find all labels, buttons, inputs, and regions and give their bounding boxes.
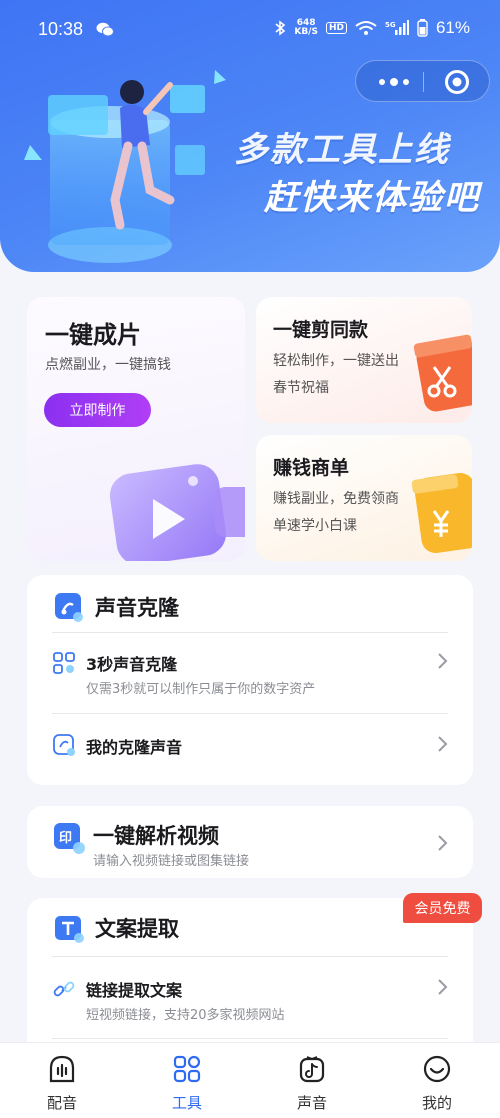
- clone-grid-icon: [53, 652, 75, 674]
- hd-icon: HD: [325, 22, 347, 34]
- divider: [52, 956, 448, 957]
- tab-me-label: 我的: [421, 1094, 452, 1112]
- soundwave-icon: [49, 1055, 75, 1083]
- tab-voice[interactable]: 声音: [280, 1055, 344, 1115]
- parse-video-title: 一键解析视频: [93, 824, 219, 848]
- status-bar: 10:38 648 KB/S HD 5G 61%: [0, 0, 500, 56]
- video-camera-icon: [109, 464, 245, 561]
- tiktok-icon: [299, 1056, 325, 1083]
- chevron-right-icon: [438, 736, 448, 752]
- earn-orders-subtitle: 赚钱副业，免费领商单速学小白课: [273, 491, 399, 534]
- voice-clone-3s-row[interactable]: 3秒声音克隆 仅需3秒就可以制作只属于你的数字资产: [52, 647, 448, 705]
- wifi-icon: [355, 21, 377, 35]
- parse-video-subtitle: 请输入视频链接或图集链接: [93, 854, 250, 869]
- voice-clone-header: 声音克隆: [53, 591, 179, 623]
- parse-video-section[interactable]: 印 一键解析视频 请输入视频链接或图集链接: [27, 806, 473, 878]
- network-speed: 648 KB/S: [294, 18, 318, 37]
- divider: [52, 632, 448, 633]
- same-edit-subtitle: 轻松制作，一键送出春节祝福: [273, 353, 399, 396]
- text-extract-icon: [55, 916, 84, 943]
- my-voice-icon: [53, 734, 75, 756]
- voice-clone-icon: [55, 593, 83, 622]
- bottom-tab-bar: 配音 工具 声音 我的: [0, 1042, 500, 1118]
- yen-ticket-icon: [411, 473, 472, 553]
- voice-clone-section: 声音克隆 3秒声音克隆 仅需3秒就可以制作只属于你的数字资产 我的克隆声音: [27, 575, 473, 785]
- smile-icon: [423, 1055, 451, 1083]
- voice-clone-3s-subtitle: 仅需3秒就可以制作只属于你的数字资产: [86, 682, 316, 697]
- bluetooth-icon: [275, 20, 286, 36]
- wechat-icon: [96, 22, 114, 37]
- svg-text:印: 印: [59, 831, 72, 846]
- same-edit-card[interactable]: 一键剪同款 轻松制作，一键送出春节祝福: [256, 297, 472, 423]
- parse-stamp-icon: 印: [54, 823, 85, 854]
- tab-me[interactable]: 我的: [405, 1055, 469, 1115]
- same-edit-title: 一键剪同款: [273, 319, 369, 341]
- more-icon[interactable]: [376, 73, 412, 91]
- copy-extract-header: 文案提取: [53, 912, 179, 944]
- scissors-icon: [413, 334, 472, 412]
- my-clone-voice-title: 我的克隆声音: [86, 738, 183, 757]
- divider: [52, 1038, 448, 1039]
- close-target-icon[interactable]: [444, 69, 470, 95]
- capsule-divider: [423, 72, 424, 92]
- chevron-right-icon: [438, 653, 448, 669]
- earn-orders-card[interactable]: 赚钱商单 赚钱副业，免费领商单速学小白课: [256, 435, 472, 561]
- tab-tools-label: 工具: [171, 1094, 202, 1112]
- divider: [52, 713, 448, 714]
- hero-title-line1: 多款工具上线: [234, 130, 450, 170]
- hero-banner[interactable]: 10:38 648 KB/S HD 5G 61% 多款工具上线 赶快来体验吧: [0, 0, 500, 272]
- vip-free-badge: 会员免费: [403, 893, 482, 923]
- make-now-button[interactable]: 立即制作: [44, 393, 151, 427]
- tab-tools[interactable]: 工具: [155, 1055, 219, 1115]
- voice-clone-title: 声音克隆: [95, 596, 179, 620]
- status-icons: 648 KB/S HD 5G 61%: [274, 18, 470, 38]
- copy-extract-title: 文案提取: [95, 917, 179, 941]
- one-click-film-card[interactable]: 一键成片 点燃副业，一键搞钱 立即制作: [27, 297, 245, 561]
- hero-illustration: [24, 70, 226, 263]
- grid-icon: [173, 1055, 201, 1083]
- one-click-film-subtitle: 点燃副业，一键搞钱: [45, 357, 171, 373]
- link-extract-title: 链接提取文案: [86, 981, 183, 1000]
- link-icon: [53, 981, 75, 997]
- hero-title-line2: 赶快来体验吧: [264, 178, 480, 218]
- tab-dubbing[interactable]: 配音: [30, 1055, 94, 1115]
- status-time: 10:38: [38, 19, 84, 39]
- link-extract-row[interactable]: 链接提取文案 短视频链接，支持20多家视频网站: [52, 974, 448, 1032]
- chevron-right-icon: [438, 979, 448, 995]
- earn-orders-title: 赚钱商单: [273, 457, 350, 479]
- link-extract-subtitle: 短视频链接，支持20多家视频网站: [86, 1008, 285, 1023]
- voice-clone-3s-title: 3秒声音克隆: [86, 655, 178, 674]
- svg-text:5G: 5G: [385, 21, 396, 29]
- battery-percent: 61%: [435, 18, 470, 37]
- my-clone-voice-row[interactable]: 我的克隆声音: [52, 730, 448, 764]
- battery-icon: [417, 19, 428, 37]
- tab-dubbing-label: 配音: [46, 1094, 77, 1112]
- signal-icon: 5G: [385, 20, 409, 35]
- mini-program-capsule: [355, 60, 490, 102]
- tab-voice-label: 声音: [296, 1094, 327, 1112]
- one-click-film-title: 一键成片: [45, 321, 141, 349]
- chevron-right-icon: [438, 835, 448, 851]
